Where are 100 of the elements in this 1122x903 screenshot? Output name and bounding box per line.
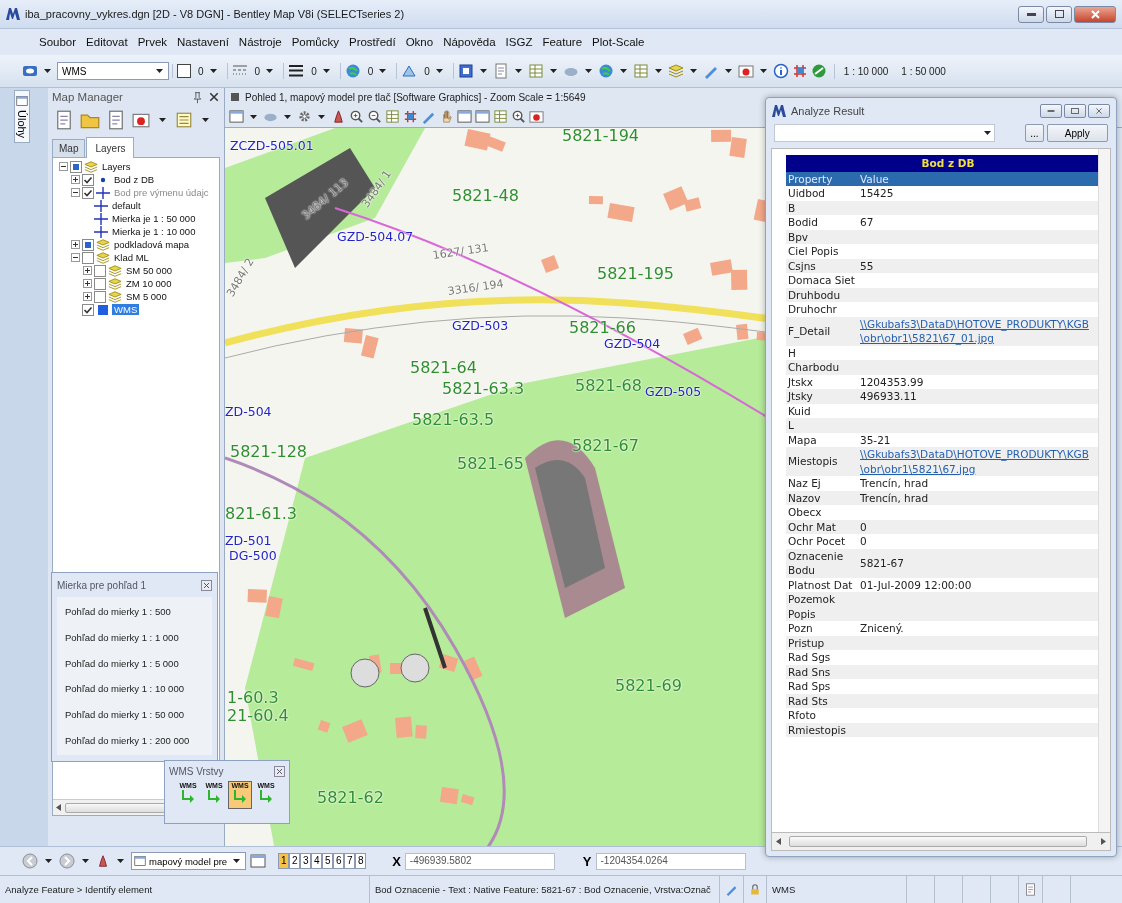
- caret-icon[interactable]: [156, 69, 163, 73]
- close-icon[interactable]: [208, 91, 220, 103]
- tab[interactable]: Map: [52, 139, 86, 157]
- document-icon[interactable]: [106, 110, 126, 130]
- close-icon[interactable]: [274, 765, 285, 777]
- caret-icon[interactable]: [435, 69, 443, 73]
- expander-icon[interactable]: [83, 292, 92, 301]
- menu-item[interactable]: Pomůcky: [286, 34, 344, 50]
- menu-item[interactable]: Nápověda: [438, 34, 501, 50]
- scale-option[interactable]: Pohľad do mierky 1 : 1 000: [65, 632, 204, 643]
- layer-item[interactable]: podkladová mapa: [112, 239, 191, 250]
- minimize-icon[interactable]: [1040, 104, 1062, 118]
- view-button[interactable]: 3: [300, 853, 312, 869]
- grid-icon[interactable]: [791, 63, 808, 79]
- side-tab[interactable]: Úlohy: [14, 90, 30, 144]
- checkbox[interactable]: [70, 160, 82, 173]
- layer-item[interactable]: ZM 10 000: [124, 278, 174, 289]
- checkbox[interactable]: [82, 303, 94, 316]
- checkbox[interactable]: [94, 290, 106, 303]
- caret-icon[interactable]: [318, 114, 325, 119]
- caret-icon[interactable]: [284, 114, 291, 119]
- caret-icon[interactable]: [689, 69, 697, 73]
- window-icon[interactable]: [229, 109, 244, 124]
- window-icon[interactable]: [475, 109, 490, 124]
- caret-icon[interactable]: [159, 118, 166, 122]
- expander-icon[interactable]: [83, 266, 92, 275]
- view-button[interactable]: 7: [344, 853, 356, 869]
- caret-icon[interactable]: [379, 69, 387, 73]
- caret-icon[interactable]: [233, 859, 241, 863]
- menu-item[interactable]: Editovat: [81, 34, 133, 50]
- menu-item[interactable]: Okno: [400, 34, 439, 50]
- expander-icon[interactable]: [59, 162, 68, 171]
- view-button[interactable]: 2: [289, 853, 301, 869]
- scale-option[interactable]: Pohľad do mierky 1 : 5 000: [65, 657, 204, 669]
- apply-button[interactable]: Apply: [1046, 124, 1108, 142]
- record-icon[interactable]: [737, 63, 754, 79]
- view-button[interactable]: 6: [333, 853, 345, 869]
- caret-icon[interactable]: [984, 131, 992, 135]
- expander-icon[interactable]: [83, 279, 92, 288]
- scale-option[interactable]: Pohľad do mierky 1 : 500: [65, 606, 204, 618]
- file-link[interactable]: \\Gkubafs3\DataD\HOTOVE_PRODUKTY\KGB\obr\obr1\5821\67.jpg: [860, 447, 1098, 476]
- right-arrow-icon[interactable]: [1101, 838, 1106, 845]
- checkbox[interactable]: [82, 173, 94, 186]
- square-icon[interactable]: [457, 63, 474, 79]
- tab[interactable]: Layers: [86, 137, 135, 158]
- menu-item[interactable]: Prostředí: [343, 34, 401, 50]
- caret-icon[interactable]: [266, 69, 274, 73]
- layer-item[interactable]: Bod z DB: [112, 174, 157, 185]
- zoom-in-icon[interactable]: [511, 109, 526, 124]
- left-arrow-icon[interactable]: [776, 838, 781, 845]
- caret-icon[interactable]: [619, 69, 627, 73]
- menu-item[interactable]: Soubor: [34, 34, 82, 50]
- new-icon[interactable]: [54, 110, 74, 130]
- caret-icon[interactable]: [209, 69, 217, 73]
- scale-option[interactable]: Pohľad do mierky 1 : 10 000: [65, 683, 204, 695]
- layer-item[interactable]: WMS: [112, 304, 140, 315]
- layer-item[interactable]: SM 50 000: [124, 265, 174, 276]
- layers-icon[interactable]: [667, 63, 684, 79]
- menu-item[interactable]: Nástroje: [233, 34, 287, 50]
- coordinate-field[interactable]: -496939.5802: [404, 852, 555, 870]
- zoom-out-icon[interactable]: [367, 109, 382, 124]
- expander-icon[interactable]: [71, 253, 80, 262]
- file-link[interactable]: \\Gkubafs3\DataD\HOTOVE_PRODUKTY\KGB\obr\obr1\5821\67_01.jpg: [860, 316, 1098, 346]
- view-button[interactable]: 4: [311, 853, 323, 869]
- browse-button[interactable]: ...: [1025, 124, 1044, 142]
- menu-item[interactable]: Nastavení: [172, 34, 234, 50]
- horizontal-scrollbar[interactable]: [771, 833, 1111, 851]
- pin-icon[interactable]: [191, 90, 204, 104]
- checkbox[interactable]: [82, 251, 94, 264]
- scale-option[interactable]: Pohľad do mierky 1 : 200 000: [65, 734, 204, 746]
- info-icon[interactable]: [772, 63, 789, 79]
- checkbox[interactable]: [94, 264, 106, 277]
- layer-item[interactable]: Layers: [100, 161, 133, 172]
- lock-icon[interactable]: [749, 883, 761, 896]
- caret-icon[interactable]: [479, 69, 487, 73]
- checkbox[interactable]: [94, 277, 106, 290]
- model-dropdown[interactable]: mapový model pre: [131, 852, 247, 870]
- scale-button[interactable]: 1 : 50 000: [896, 63, 951, 79]
- scale-option[interactable]: Pohľad do mierky 1 : 50 000: [65, 708, 204, 720]
- table-icon[interactable]: [385, 109, 400, 124]
- list-icon[interactable]: [175, 111, 193, 129]
- caret-icon[interactable]: [117, 859, 124, 863]
- layer-item[interactable]: Klad ML: [112, 252, 151, 263]
- shape-icon[interactable]: [401, 63, 418, 79]
- checkbox[interactable]: [82, 238, 94, 251]
- menu-item[interactable]: Plot-Scale: [587, 34, 650, 50]
- minimize-button[interactable]: [1018, 5, 1044, 23]
- record-icon[interactable]: [132, 111, 150, 129]
- table-icon[interactable]: [493, 109, 508, 124]
- caret-icon[interactable]: [250, 114, 257, 119]
- maximize-button[interactable]: [1046, 5, 1072, 23]
- view-button[interactable]: 5: [322, 853, 334, 869]
- document-icon[interactable]: [1024, 883, 1037, 896]
- caret-icon[interactable]: [549, 69, 557, 73]
- caret-icon[interactable]: [202, 118, 209, 122]
- forward-icon[interactable]: [59, 853, 75, 869]
- table-icon[interactable]: [632, 63, 649, 79]
- menu-item[interactable]: Prvek: [132, 34, 173, 50]
- line-weight-icon[interactable]: [288, 63, 305, 79]
- close-icon[interactable]: [1088, 104, 1110, 118]
